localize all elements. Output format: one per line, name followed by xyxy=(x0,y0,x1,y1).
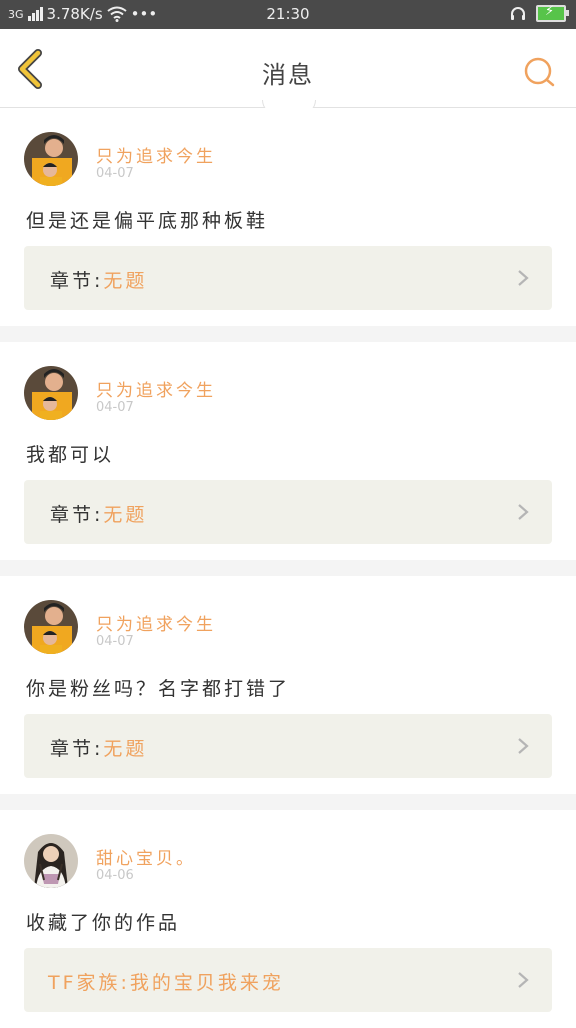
chevron-right-icon xyxy=(518,504,529,520)
avatar[interactable] xyxy=(24,132,78,186)
message-date: 04-07 xyxy=(96,166,134,181)
avatar[interactable] xyxy=(24,834,78,888)
message-username[interactable]: 只为追求今生 xyxy=(96,610,216,635)
status-time: 21:30 xyxy=(266,5,310,23)
chapter-link-label: 章节:无题 xyxy=(50,500,147,527)
message-date: 04-07 xyxy=(96,400,134,415)
message-username[interactable]: 只为追求今生 xyxy=(96,376,216,401)
chapter-title: 无题 xyxy=(103,504,148,526)
avatar[interactable] xyxy=(24,600,78,654)
chevron-right-icon xyxy=(518,972,529,988)
chapter-link[interactable]: 章节:无题 xyxy=(24,480,552,544)
message-item: 甜心宝贝。 04-06 收藏了你的作品 TF家族:我的宝贝我来宠 xyxy=(0,810,576,1028)
page-title: 消息 xyxy=(262,61,314,89)
message-username[interactable]: 只为追求今生 xyxy=(96,142,216,167)
chapter-prefix: 章节: xyxy=(50,738,104,760)
headphones-icon xyxy=(511,6,525,20)
message-list: 只为追求今生 04-07 但是还是偏平底那种板鞋 章节:无题 只为追求今生 04… xyxy=(0,108,576,1028)
chapter-prefix: 章节: xyxy=(50,504,104,526)
message-item: 只为追求今生 04-07 你是粉丝吗？名字都打错了 章节:无题 xyxy=(0,576,576,794)
chapter-link[interactable]: 章节:无题 xyxy=(24,246,552,310)
work-link[interactable]: TF家族:我的宝贝我来宠 xyxy=(24,948,552,1012)
app-header: 消息 xyxy=(0,29,576,108)
chapter-link-label: 章节:无题 xyxy=(50,266,147,293)
chapter-link-label: 章节:无题 xyxy=(50,734,147,761)
avatar[interactable] xyxy=(24,366,78,420)
status-right: ⚡ xyxy=(510,4,569,22)
search-icon[interactable] xyxy=(522,55,556,89)
message-content: 你是粉丝吗？名字都打错了 xyxy=(26,678,291,700)
work-title: TF家族:我的宝贝我来宠 xyxy=(48,972,284,994)
message-content: 我都可以 xyxy=(26,444,115,466)
chapter-title: 无题 xyxy=(103,270,148,292)
message-content: 但是还是偏平底那种板鞋 xyxy=(26,210,269,232)
message-item: 只为追求今生 04-07 我都可以 章节:无题 xyxy=(0,342,576,560)
battery-charging-icon: ⚡ xyxy=(536,4,569,22)
message-date: 04-07 xyxy=(96,634,134,649)
message-username[interactable]: 甜心宝贝。 xyxy=(96,844,196,869)
message-date: 04-06 xyxy=(96,868,134,883)
chapter-title: 无题 xyxy=(103,738,148,760)
message-item: 只为追求今生 04-07 但是还是偏平底那种板鞋 章节:无题 xyxy=(0,108,576,326)
chevron-right-icon xyxy=(518,738,529,754)
status-bar: 3G 3.78K/s ••• 21:30 ⚡ xyxy=(0,0,576,29)
chevron-right-icon xyxy=(518,270,529,286)
chapter-prefix: 章节: xyxy=(50,270,104,292)
message-content: 收藏了你的作品 xyxy=(26,912,181,934)
chapter-link[interactable]: 章节:无题 xyxy=(24,714,552,778)
